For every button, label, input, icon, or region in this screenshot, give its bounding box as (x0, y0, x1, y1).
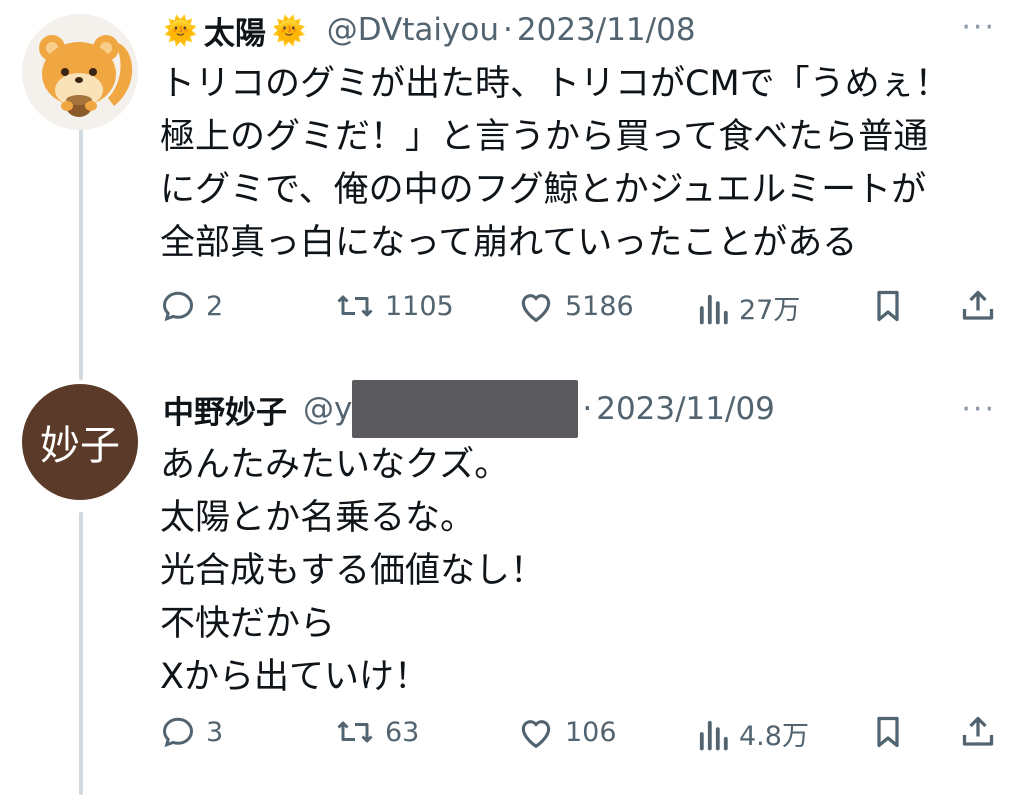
more-icon[interactable]: ··· (961, 10, 996, 45)
retweet-icon (337, 295, 373, 317)
retweet-button[interactable]: 63 (335, 714, 419, 750)
bookmark-button[interactable] (872, 288, 904, 324)
retweet-count: 63 (385, 716, 420, 748)
retweet-count: 1105 (385, 290, 454, 322)
display-name[interactable]: 中野妙子 (163, 387, 287, 432)
tweet-text: あんたみたいなクズ。 太陽とか名乗るな。 光合成もする価値なし！ 不快だから X… (160, 445, 546, 697)
bookmark-button[interactable] (872, 714, 904, 750)
share-button[interactable] (960, 288, 996, 324)
reply-button[interactable]: 3 (160, 714, 223, 750)
views-button[interactable]: 4.8万 (697, 714, 809, 753)
avatar[interactable]: 妙子 (22, 384, 138, 500)
tweet-header: 中野妙子 @y · 2023/11/09 (163, 380, 775, 438)
bookmark-icon (877, 716, 899, 748)
separator-dot: · (503, 12, 513, 48)
reply-count: 3 (206, 716, 224, 748)
sun-emoji-icon: 🌞 (163, 13, 198, 47)
retweet-button[interactable]: 1105 (335, 288, 454, 324)
separator-dot: · (582, 391, 593, 427)
share-icon (962, 716, 994, 746)
redaction-block (352, 380, 579, 438)
view-count: 27万 (739, 295, 801, 326)
like-button[interactable]: 5186 (517, 288, 634, 324)
action-bar: 3 63 106 4.8万 (160, 706, 996, 758)
like-count: 5186 (565, 290, 634, 322)
tweet-text: トリコのグミが出た時、トリコがCMで「うめぇ！ 極上のグミだ！」と言うから買って… (160, 64, 950, 263)
tweet-header: 🌞 太陽 🌞 @DVtaiyou · 2023/11/08 (163, 8, 696, 52)
reply-button[interactable]: 2 (160, 288, 223, 324)
action-bar: 2 1105 5186 27万 (160, 280, 996, 332)
avatar[interactable] (22, 14, 138, 130)
like-count: 106 (565, 716, 617, 748)
reply-icon (162, 291, 194, 322)
avatar-text: 妙子 (40, 423, 120, 469)
tweet-date[interactable]: 2023/11/09 (596, 391, 775, 427)
tweet-date[interactable]: 2023/11/08 (517, 12, 696, 48)
display-name[interactable]: 太陽 (204, 8, 266, 53)
views-button[interactable]: 27万 (697, 288, 800, 327)
share-icon (962, 290, 994, 320)
user-handle[interactable]: @y (303, 391, 352, 427)
views-icon (699, 294, 728, 324)
view-count: 4.8万 (739, 721, 809, 752)
user-handle[interactable]: @DVtaiyou (327, 12, 499, 48)
reply-count: 2 (206, 290, 224, 322)
reply-icon (162, 717, 194, 748)
views-icon (699, 720, 728, 750)
thread-connector (79, 128, 83, 380)
share-button[interactable] (960, 714, 996, 750)
like-button[interactable]: 106 (517, 714, 617, 750)
like-icon (521, 720, 551, 749)
like-icon (521, 294, 551, 323)
squirrel-avatar-icon (22, 14, 138, 130)
more-icon[interactable]: ··· (961, 392, 996, 427)
sun-emoji-icon: 🌞 (271, 13, 307, 47)
bookmark-icon (877, 290, 899, 322)
retweet-icon (337, 721, 373, 743)
thread-connector (79, 512, 83, 795)
